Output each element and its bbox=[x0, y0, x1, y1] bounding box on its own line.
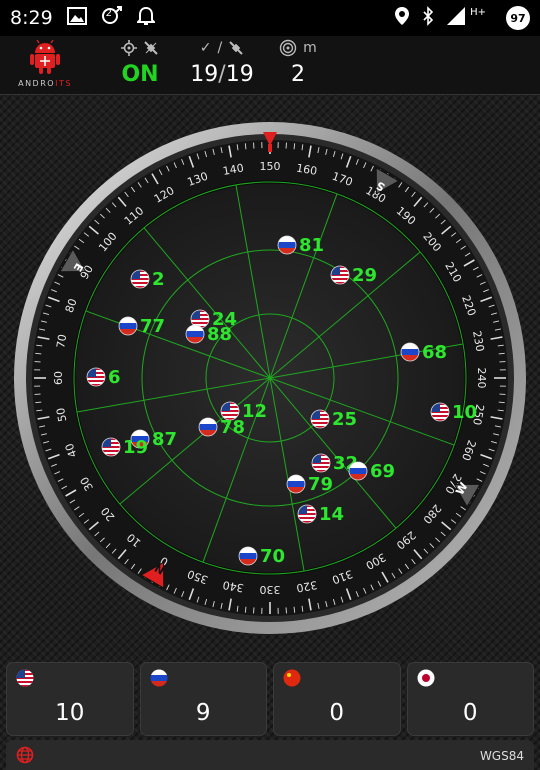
degree-label: 60 bbox=[52, 371, 65, 385]
beidou-count: 0 bbox=[273, 700, 401, 726]
satellite-77[interactable]: 77 bbox=[119, 316, 165, 337]
app-logo[interactable]: ANDROITS bbox=[14, 40, 76, 92]
sats-used: 19 bbox=[190, 62, 218, 87]
satellite-id: 81 bbox=[299, 235, 324, 256]
satellite-id: 70 bbox=[260, 546, 285, 567]
signal-icon bbox=[446, 6, 466, 30]
accuracy-value: 2 bbox=[270, 62, 326, 87]
location-icon bbox=[394, 6, 410, 30]
russia-flag-icon bbox=[150, 669, 168, 691]
constellation-counts: 10 9 0 0 bbox=[6, 662, 534, 736]
satellite-id: 88 bbox=[207, 324, 232, 345]
satellite-10[interactable]: 10 bbox=[431, 402, 477, 423]
notification-badge: 2 bbox=[106, 8, 112, 19]
accuracy-column: m 2 bbox=[270, 38, 326, 87]
satellite-id: 87 bbox=[152, 429, 177, 450]
degree-tick bbox=[499, 402, 505, 403]
battery-indicator: 97 bbox=[506, 6, 530, 30]
satellite-25[interactable]: 25 bbox=[311, 409, 357, 430]
satellite-id: 78 bbox=[220, 417, 245, 438]
satellite-id: 10 bbox=[452, 402, 477, 423]
satellite-id: 19 bbox=[123, 437, 148, 458]
satellite-id: 68 bbox=[422, 342, 447, 363]
image-notification-icon bbox=[67, 7, 87, 29]
degree-tick bbox=[35, 353, 41, 354]
satellite-68[interactable]: 68 bbox=[401, 342, 447, 363]
satellite-visible-icon bbox=[228, 40, 244, 56]
status-time: 8:29 bbox=[10, 7, 53, 29]
footer-bar: WGS84 bbox=[6, 740, 534, 770]
usa-flag-icon bbox=[16, 669, 34, 691]
satellite-id: 6 bbox=[108, 367, 121, 388]
satellite-19[interactable]: 19 bbox=[102, 437, 148, 458]
sats-visible: 19 bbox=[226, 62, 254, 87]
satellite-id: 79 bbox=[308, 474, 333, 495]
satellite-78[interactable]: 78 bbox=[199, 417, 245, 438]
japan-flag-icon bbox=[417, 669, 435, 691]
glonass-count: 9 bbox=[140, 700, 268, 726]
china-flag-icon bbox=[283, 669, 301, 691]
degree-tick bbox=[245, 607, 246, 613]
degree-label: 70 bbox=[54, 333, 69, 349]
satellite-count-column: ✓ / 19/19 bbox=[180, 38, 264, 87]
satellite-id: 14 bbox=[319, 504, 344, 525]
degree-tick bbox=[294, 143, 295, 149]
satellite-81[interactable]: 81 bbox=[278, 235, 324, 256]
status-bar: 8:29 2 H+ 97 bbox=[0, 0, 540, 36]
satellite-id: 29 bbox=[352, 265, 377, 286]
glonass-count-box[interactable]: 9 bbox=[140, 662, 268, 736]
satellite-id: 2 bbox=[152, 269, 165, 290]
gps-state: ON bbox=[108, 62, 172, 87]
android-robot-icon bbox=[30, 40, 60, 74]
accuracy-unit: m bbox=[303, 40, 317, 56]
app-header: ANDROITS ON ✓ / 19/19 m 2 bbox=[0, 36, 540, 95]
qzss-count-box[interactable]: 0 bbox=[407, 662, 535, 736]
accuracy-target-icon bbox=[279, 39, 297, 57]
degree-tick bbox=[35, 402, 41, 403]
degree-tick bbox=[294, 607, 295, 613]
satellite-69[interactable]: 69 bbox=[349, 461, 395, 482]
satellite-79[interactable]: 79 bbox=[287, 474, 333, 495]
check-icon: ✓ bbox=[200, 40, 212, 56]
gps-status-column: ON bbox=[108, 38, 172, 87]
satellite-14[interactable]: 14 bbox=[298, 504, 344, 525]
sats-separator: / bbox=[218, 62, 225, 87]
degree-tick bbox=[499, 353, 505, 354]
gps-count: 10 bbox=[6, 700, 134, 726]
bell-icon bbox=[137, 6, 155, 30]
network-type-label: H+ bbox=[470, 7, 486, 18]
degree-label: 330 bbox=[260, 583, 281, 596]
satellite-88[interactable]: 88 bbox=[186, 324, 232, 345]
compass-dial: 1501601701801902002102202302402502602702… bbox=[10, 114, 530, 642]
satellite-id: 25 bbox=[332, 409, 357, 430]
satellite-29[interactable]: 29 bbox=[331, 265, 377, 286]
satellite-icon bbox=[143, 40, 159, 56]
qzss-count: 0 bbox=[407, 700, 535, 726]
logo-wordmark: ANDROITS bbox=[14, 79, 76, 88]
gps-target-icon bbox=[121, 40, 137, 56]
bluetooth-icon bbox=[422, 6, 434, 30]
degree-tick bbox=[245, 143, 246, 149]
gps-notification-icon: 2 bbox=[101, 5, 123, 31]
satellite-70[interactable]: 70 bbox=[239, 546, 285, 567]
degree-label: 50 bbox=[54, 407, 69, 423]
gps-count-box[interactable]: 10 bbox=[6, 662, 134, 736]
beidou-count-box[interactable]: 0 bbox=[273, 662, 401, 736]
degree-label: 240 bbox=[475, 368, 488, 389]
datum-label: WGS84 bbox=[480, 749, 524, 763]
satellite-id: 12 bbox=[242, 401, 267, 422]
satellite-id: 69 bbox=[370, 461, 395, 482]
degree-label: 150 bbox=[260, 160, 281, 173]
satellite-sky-view[interactable]: 1501601701801902002102202302402502602702… bbox=[10, 114, 530, 642]
satellite-id: 77 bbox=[140, 316, 165, 337]
